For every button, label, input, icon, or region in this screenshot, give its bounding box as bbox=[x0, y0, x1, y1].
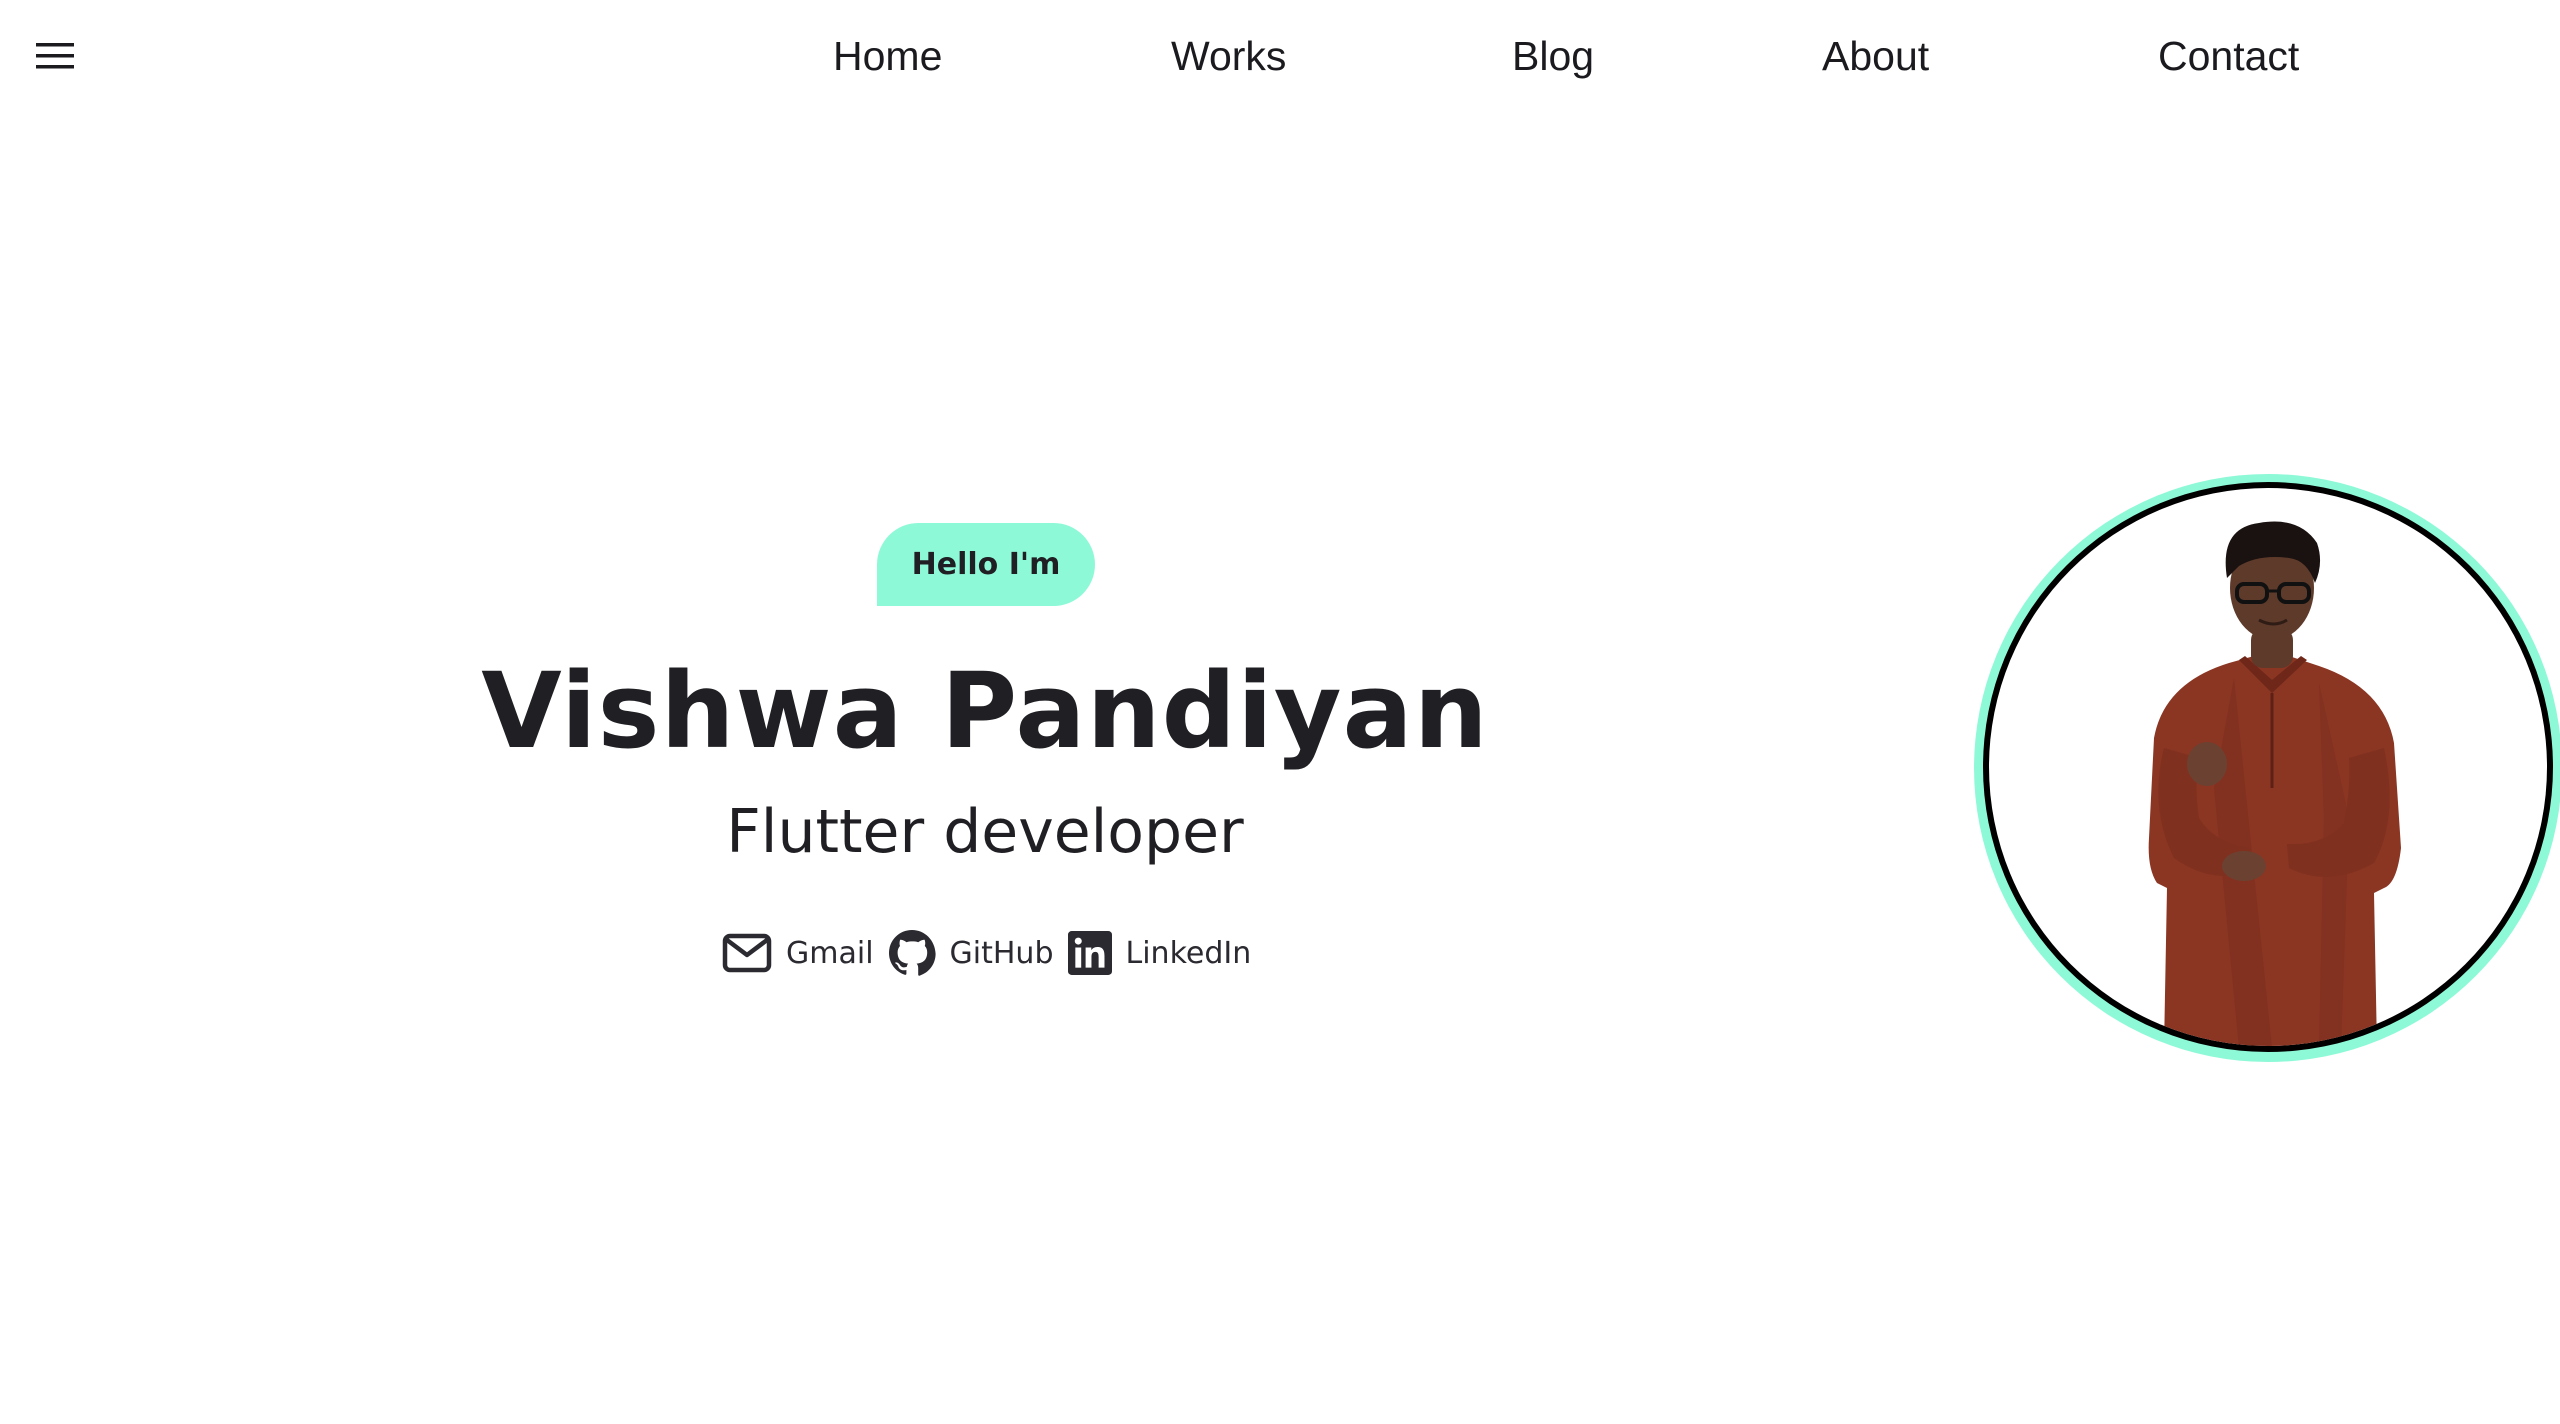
gmail-label: Gmail bbox=[786, 935, 874, 971]
gmail-link[interactable]: Gmail bbox=[722, 933, 874, 973]
social-links: Gmail GitHub LinkedIn bbox=[722, 925, 1265, 981]
github-icon bbox=[888, 930, 936, 976]
hero-role: Flutter developer bbox=[726, 797, 1244, 867]
linkedin-link[interactable]: LinkedIn bbox=[1067, 931, 1252, 975]
portrait-border bbox=[1983, 482, 2553, 1052]
mail-icon bbox=[722, 933, 772, 973]
nav-works[interactable]: Works bbox=[1171, 30, 1286, 82]
nav-blog[interactable]: Blog bbox=[1512, 30, 1594, 82]
greeting-text: Hello I'm bbox=[911, 547, 1061, 582]
nav-contact[interactable]: Contact bbox=[2158, 30, 2299, 82]
portfolio-page: Home Works Blog About Contact Hello I'm … bbox=[0, 0, 2560, 1424]
linkedin-label: LinkedIn bbox=[1125, 935, 1252, 971]
github-label: GitHub bbox=[949, 935, 1054, 971]
nav-about[interactable]: About bbox=[1822, 30, 1929, 82]
profile-photo bbox=[1989, 488, 2547, 1046]
hamburger-menu-icon[interactable] bbox=[34, 40, 76, 72]
linkedin-icon bbox=[1067, 931, 1112, 975]
github-link[interactable]: GitHub bbox=[888, 929, 1054, 977]
hero-name: Vishwa Pandiyan bbox=[481, 650, 1489, 772]
greeting-badge: Hello I'm bbox=[877, 523, 1095, 606]
nav-home[interactable]: Home bbox=[833, 30, 942, 82]
person-illustration bbox=[2148, 521, 2401, 1046]
